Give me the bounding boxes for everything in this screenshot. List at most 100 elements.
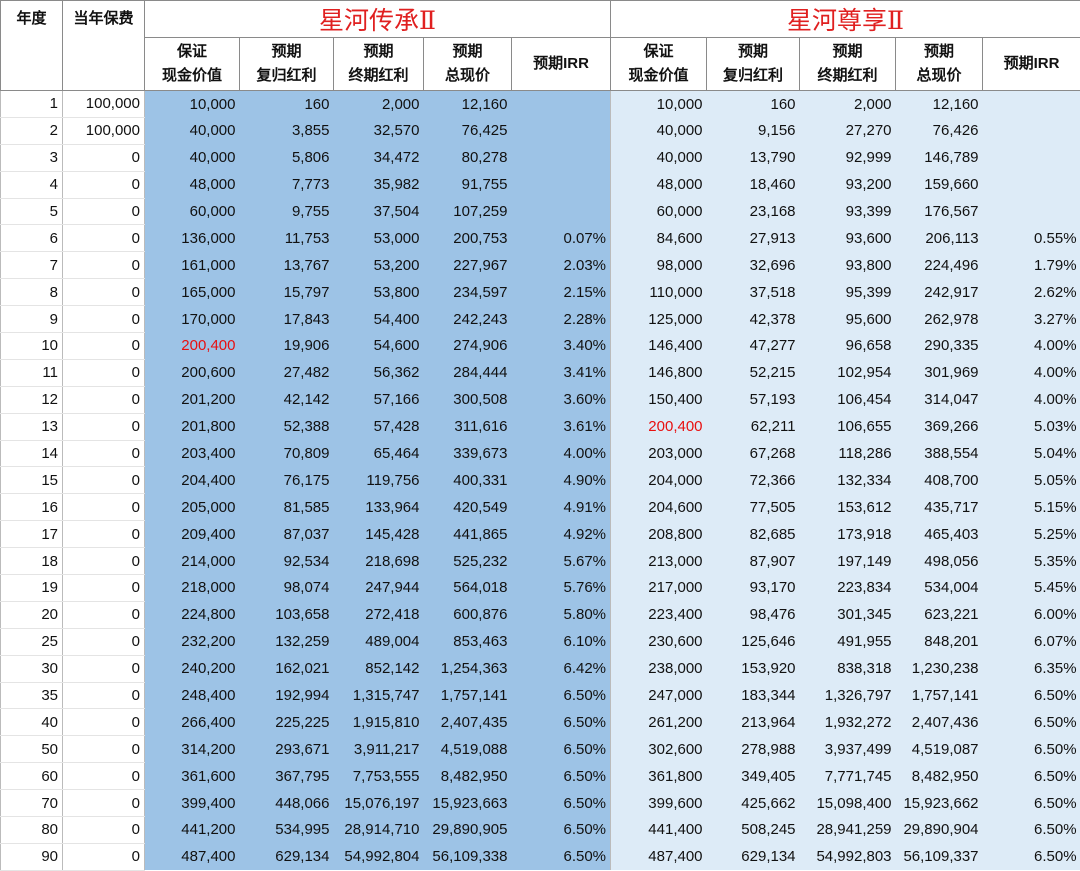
product-b-terminal-bonus-header: 预期终期红利: [800, 38, 896, 91]
product-b-irr-cell: 2.62%: [983, 279, 1080, 306]
product-a-guaranteed-cash-value-cell: 248,400: [145, 682, 240, 709]
year-cell: 11: [1, 359, 63, 386]
product-a-irr-cell: 2.28%: [512, 306, 611, 333]
product-b-total-surrender-value-cell: 465,403: [896, 521, 983, 548]
product-b-irr-cell: 4.00%: [983, 333, 1080, 360]
product-a-terminal-bonus-cell: 57,166: [334, 386, 424, 413]
product-b-terminal-bonus-cell: 102,954: [800, 359, 896, 386]
product-a-irr-cell: 6.50%: [512, 709, 611, 736]
insurance-comparison-table: 年度 当年保费 星河传承Ⅱ 星河尊享Ⅱ 保证现金价值预期复归红利预期终期红利预期…: [0, 0, 1080, 871]
product-a-guaranteed-cash-value-cell: 201,200: [145, 386, 240, 413]
product-b-total-surrender-value-cell: 435,717: [896, 494, 983, 521]
product-b-terminal-bonus-cell: 28,941,259: [800, 817, 896, 844]
premium-cell: 0: [63, 306, 145, 333]
product-b-total-surrender-value-header: 预期总现价: [896, 38, 983, 91]
product-a-guaranteed-cash-value-cell: 48,000: [145, 171, 240, 198]
product-a-reversionary-bonus-cell: 225,225: [240, 709, 334, 736]
product-a-guaranteed-cash-value-cell: 40,000: [145, 144, 240, 171]
premium-cell: 0: [63, 494, 145, 521]
year-cell: 2: [1, 117, 63, 144]
product-b-irr-cell: 6.50%: [983, 682, 1080, 709]
product-b-guaranteed-cash-value-cell: 84,600: [611, 225, 707, 252]
product-a-irr-cell: [512, 117, 611, 144]
product-a-irr-cell: 6.50%: [512, 763, 611, 790]
product-a-reversionary-bonus-header: 预期复归红利: [240, 38, 334, 91]
table-row: 60136,00011,75353,000200,7530.07%84,6002…: [1, 225, 1080, 252]
product-a-terminal-bonus-cell: 65,464: [334, 440, 424, 467]
product-a-terminal-bonus-cell: 54,992,804: [334, 843, 424, 870]
product-a-guaranteed-cash-value-cell: 209,400: [145, 521, 240, 548]
premium-cell: 0: [63, 279, 145, 306]
header-line: 预期IRR: [512, 52, 610, 76]
product-b-reversionary-bonus-cell: 160: [707, 91, 800, 118]
product-b-irr-header: 预期IRR: [983, 38, 1080, 91]
product-a-guaranteed-cash-value-cell: 40,000: [145, 117, 240, 144]
table-row: 130201,80052,38857,428311,6163.61%200,40…: [1, 413, 1080, 440]
product-b-total-surrender-value-cell: 2,407,436: [896, 709, 983, 736]
product-b-total-surrender-value-cell: 56,109,337: [896, 843, 983, 870]
year-cell: 25: [1, 628, 63, 655]
product-a-guaranteed-cash-value-cell: 266,400: [145, 709, 240, 736]
product-b-irr-cell: [983, 171, 1080, 198]
product-a-total-surrender-value-cell: 1,757,141: [424, 682, 512, 709]
product-a-total-surrender-value-cell: 76,425: [424, 117, 512, 144]
year-cell: 17: [1, 521, 63, 548]
product-b-total-surrender-value-cell: 12,160: [896, 91, 983, 118]
product-b-terminal-bonus-cell: 54,992,803: [800, 843, 896, 870]
premium-cell: 0: [63, 843, 145, 870]
year-cell: 40: [1, 709, 63, 736]
product-a-guaranteed-cash-value-cell: 136,000: [145, 225, 240, 252]
table-row: 80165,00015,79753,800234,5972.15%110,000…: [1, 279, 1080, 306]
product-a-guaranteed-cash-value-cell: 170,000: [145, 306, 240, 333]
product-b-terminal-bonus-cell: 27,270: [800, 117, 896, 144]
table-row: 200224,800103,658272,418600,8765.80%223,…: [1, 601, 1080, 628]
product-a-irr-cell: 6.50%: [512, 682, 611, 709]
product-a-guaranteed-cash-value-cell: 441,200: [145, 817, 240, 844]
product-a-total-surrender-value-cell: 564,018: [424, 575, 512, 602]
product-b-guaranteed-cash-value-cell: 125,000: [611, 306, 707, 333]
product-a-total-surrender-value-cell: 853,463: [424, 628, 512, 655]
product-b-terminal-bonus-cell: 223,834: [800, 575, 896, 602]
product-a-irr-cell: 5.76%: [512, 575, 611, 602]
product-a-total-surrender-value-cell: 91,755: [424, 171, 512, 198]
table-row: 110200,60027,48256,362284,4443.41%146,80…: [1, 359, 1080, 386]
product-b-total-surrender-value-cell: 176,567: [896, 198, 983, 225]
product-b-reversionary-bonus-cell: 278,988: [707, 736, 800, 763]
product-b-terminal-bonus-cell: 838,318: [800, 655, 896, 682]
product-b-terminal-bonus-cell: 106,454: [800, 386, 896, 413]
product-a-irr-cell: 4.00%: [512, 440, 611, 467]
product-a-reversionary-bonus-cell: 81,585: [240, 494, 334, 521]
product-a-guaranteed-cash-value-cell: 165,000: [145, 279, 240, 306]
product-b-total-surrender-value-cell: 623,221: [896, 601, 983, 628]
product-b-total-surrender-value-cell: 1,230,238: [896, 655, 983, 682]
table-row: 5060,0009,75537,504107,25960,00023,16893…: [1, 198, 1080, 225]
product-b-total-surrender-value-cell: 534,004: [896, 575, 983, 602]
product-b-reversionary-bonus-cell: 98,476: [707, 601, 800, 628]
product-a-guaranteed-cash-value-cell: 205,000: [145, 494, 240, 521]
product-a-terminal-bonus-cell: 852,142: [334, 655, 424, 682]
table-row: 2100,00040,0003,85532,57076,42540,0009,1…: [1, 117, 1080, 144]
product-b-irr-cell: 6.50%: [983, 817, 1080, 844]
product-a-total-surrender-value-cell: 600,876: [424, 601, 512, 628]
table-row: 90170,00017,84354,400242,2432.28%125,000…: [1, 306, 1080, 333]
year-cell: 30: [1, 655, 63, 682]
product-b-terminal-bonus-cell: 301,345: [800, 601, 896, 628]
product-a-guaranteed-cash-value-cell: 200,600: [145, 359, 240, 386]
product-a-guaranteed-cash-value-cell: 361,600: [145, 763, 240, 790]
product-a-reversionary-bonus-cell: 192,994: [240, 682, 334, 709]
table-row: 190218,00098,074247,944564,0185.76%217,0…: [1, 575, 1080, 602]
product-a-terminal-bonus-cell: 2,000: [334, 91, 424, 118]
product-b-terminal-bonus-cell: 95,600: [800, 306, 896, 333]
product-b-irr-cell: 3.27%: [983, 306, 1080, 333]
product-b-terminal-bonus-cell: 93,399: [800, 198, 896, 225]
premium-cell: 0: [63, 601, 145, 628]
product-b-reversionary-bonus-cell: 13,790: [707, 144, 800, 171]
product-b-terminal-bonus-cell: 132,334: [800, 467, 896, 494]
product-b-guaranteed-cash-value-cell: 200,400: [611, 413, 707, 440]
premium-cell: 0: [63, 359, 145, 386]
header-line: 总现价: [424, 64, 511, 88]
product-b-guaranteed-cash-value-cell: 146,800: [611, 359, 707, 386]
product-a-reversionary-bonus-cell: 11,753: [240, 225, 334, 252]
product-a-terminal-bonus-cell: 53,200: [334, 252, 424, 279]
product-a-total-surrender-value-cell: 80,278: [424, 144, 512, 171]
